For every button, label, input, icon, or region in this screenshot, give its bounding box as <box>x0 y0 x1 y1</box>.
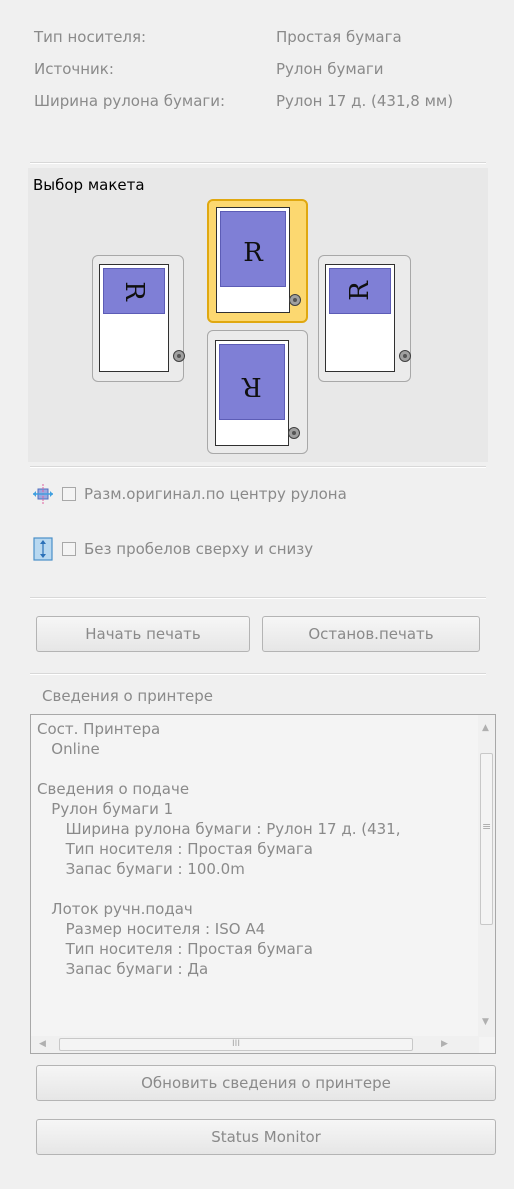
separator <box>30 673 486 675</box>
sheet-icon: R <box>216 207 290 313</box>
sheet-icon: R <box>99 264 169 372</box>
no-margin-label: Без пробелов сверху и снизу <box>84 540 314 558</box>
printer-info-line: Лоток ручн.подач <box>37 900 193 918</box>
horizontal-scrollbar[interactable]: ◀ III ▶ <box>31 1036 479 1053</box>
center-roll-checkbox[interactable] <box>62 487 76 501</box>
printer-info-line: Ширина рулона бумаги : Рулон 17 д. (431, <box>37 820 401 838</box>
scroll-right-icon[interactable]: ▶ <box>441 1039 448 1049</box>
printer-info-line: Размер носителя : ISO A4 <box>37 920 266 938</box>
scroll-down-icon[interactable]: ▼ <box>482 1017 489 1027</box>
separator <box>30 597 486 599</box>
printer-info-line: Запас бумаги : 100.0m <box>37 860 245 878</box>
printer-info-line: Рулон бумаги 1 <box>37 800 174 818</box>
sheet-letter: R <box>119 281 149 301</box>
printer-info-lines: Сост. Принтера Online Сведения о подаче … <box>37 719 463 1027</box>
printer-info-line <box>37 759 463 779</box>
sheet-icon: R <box>215 340 289 446</box>
printer-info-line: Тип носителя : Простая бумага <box>37 940 313 958</box>
roll-icon <box>289 294 301 306</box>
scroll-left-icon[interactable]: ◀ <box>39 1039 46 1049</box>
media-type-value: Простая бумага <box>276 28 402 46</box>
sheet-letter: R <box>345 281 375 301</box>
no-margin-checkbox[interactable] <box>62 542 76 556</box>
refresh-printer-info-button[interactable]: Обновить сведения о принтере <box>36 1065 496 1101</box>
printer-info-list[interactable]: Сост. Принтера Online Сведения о подаче … <box>30 714 496 1054</box>
layout-option-right[interactable]: R <box>318 255 411 382</box>
start-print-button[interactable]: Начать печать <box>36 616 250 652</box>
roll-width-label: Ширина рулона бумаги: <box>34 92 226 110</box>
layout-panel: Выбор макета R R R R <box>28 168 488 462</box>
printer-info-label: Сведения о принтере <box>42 687 214 705</box>
vertical-scroll-thumb[interactable]: ≡ <box>480 753 493 925</box>
status-monitor-button[interactable]: Status Monitor <box>36 1119 496 1155</box>
sheet-icon: R <box>325 264 395 372</box>
scroll-up-icon[interactable]: ▲ <box>482 723 489 733</box>
center-roll-label: Разм.оригинал.по центру рулона <box>84 485 347 503</box>
layout-title: Выбор макета <box>33 176 145 194</box>
separator <box>30 162 486 164</box>
horizontal-scroll-thumb[interactable]: III <box>59 1038 413 1051</box>
printer-info-line: Online <box>37 740 100 758</box>
media-type-label: Тип носителя: <box>34 28 147 46</box>
roll-icon <box>173 350 185 362</box>
no-margin-icon <box>32 537 54 561</box>
printer-info-line: Тип носителя : Простая бумага <box>37 840 313 858</box>
source-value: Рулон бумаги <box>276 60 384 78</box>
sheet-letter: R <box>243 238 263 268</box>
scroll-grip-icon: III <box>232 1039 240 1049</box>
roll-width-value: Рулон 17 д. (431,8 мм) <box>276 92 454 110</box>
separator <box>30 466 486 468</box>
layout-option-left[interactable]: R <box>92 255 185 382</box>
center-roll-icon <box>32 483 54 505</box>
printer-info-line: Сост. Принтера <box>37 720 161 738</box>
layout-option-top[interactable]: R <box>207 199 308 323</box>
roll-icon <box>288 427 300 439</box>
layout-option-bottom[interactable]: R <box>207 330 308 454</box>
printer-info-line: Сведения о подаче <box>37 780 190 798</box>
stop-print-button[interactable]: Останов.печать <box>262 616 480 652</box>
printer-info-line <box>37 879 463 899</box>
vertical-scrollbar[interactable]: ▲ ≡ ▼ <box>478 715 495 1037</box>
scroll-grip-icon: ≡ <box>482 820 492 833</box>
source-label: Источник: <box>34 60 114 78</box>
roll-icon <box>399 350 411 362</box>
printer-info-line: Запас бумаги : Да <box>37 960 209 978</box>
sheet-letter: R <box>242 371 262 401</box>
